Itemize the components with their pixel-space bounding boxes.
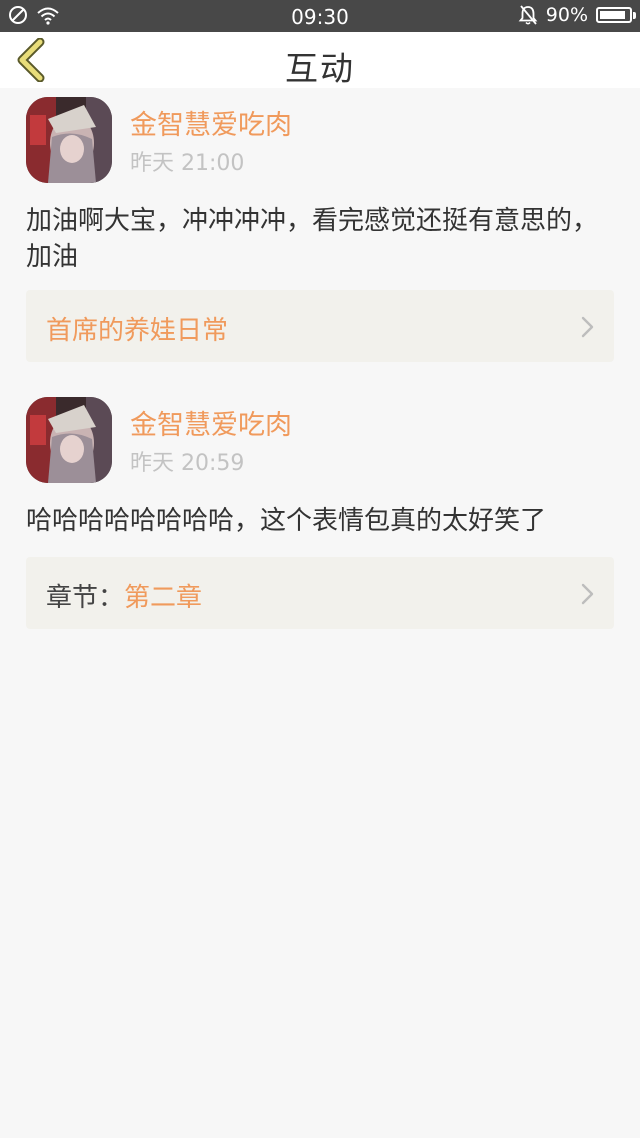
- username[interactable]: 金智慧爱吃肉: [130, 403, 292, 442]
- comment-time: 昨天 20:59: [130, 451, 245, 476]
- status-right-icons: 90%: [518, 4, 636, 26]
- book-link-card[interactable]: 首席的养娃日常: [26, 290, 614, 362]
- comment-text: 加油啊大宝，冲冲冲冲，看完感觉还挺有意思的，加油: [26, 206, 599, 272]
- silent-bell-icon: [518, 5, 538, 25]
- status-bar: 09:30 90%: [0, 0, 640, 32]
- comment-text: 哈哈哈哈哈哈哈哈，这个表情包真的太好笑了: [26, 506, 547, 536]
- page-title: 互动: [285, 49, 355, 88]
- chapter-link-card[interactable]: 章节：第二章: [26, 557, 614, 629]
- card-prefix: 章节：: [46, 583, 125, 613]
- chevron-right-icon: [581, 583, 594, 605]
- username[interactable]: 金智慧爱吃肉: [130, 103, 292, 142]
- book-title: 首席的养娃日常: [46, 316, 229, 346]
- card-label: 首席的养娃日常: [46, 310, 228, 347]
- comment-time: 昨天 21:00: [130, 151, 245, 176]
- header-bar: 互动: [0, 32, 640, 88]
- avatar[interactable]: [26, 397, 112, 483]
- avatar[interactable]: [26, 97, 112, 183]
- battery-level-fill: [600, 11, 625, 19]
- chapter-title: 第二章: [124, 583, 203, 613]
- card-label: 章节：第二章: [46, 577, 202, 614]
- comment-item: 金智慧爱吃肉 昨天 21:00 加油啊大宝，冲冲冲冲，看完感觉还挺有意思的，加油…: [26, 97, 614, 363]
- chevron-right-icon: [581, 316, 594, 338]
- comment-item: 金智慧爱吃肉 昨天 20:59 哈哈哈哈哈哈哈哈，这个表情包真的太好笑了 章节：…: [26, 397, 614, 629]
- battery-percent: 90%: [545, 4, 588, 26]
- battery-icon: [596, 7, 636, 23]
